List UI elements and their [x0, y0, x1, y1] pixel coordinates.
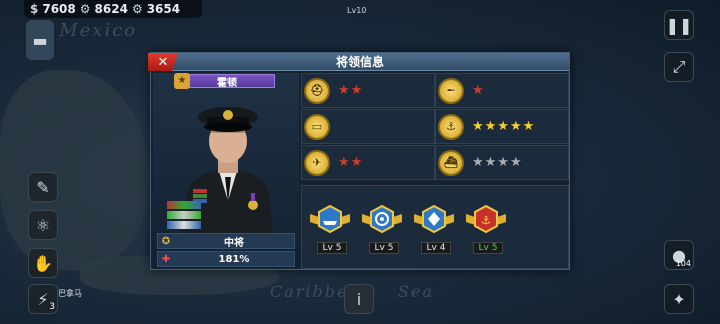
map-thumbnail-icon: ▬ [32, 30, 48, 50]
anchor-icon: ⚓ [438, 113, 464, 140]
skill-stars: ★★★★★ [472, 119, 536, 134]
general-portrait-panel: ★ 霍顿 ✪ 中将 ✚ 181% [153, 73, 299, 269]
lightning-icon: ⚡ [37, 289, 49, 309]
attack-button[interactable]: ✦ [664, 284, 694, 314]
close-icon: ✕ [157, 54, 169, 70]
specialty-badge[interactable]: Lv 4 [414, 204, 458, 254]
skill-stars: ★★ [338, 83, 364, 98]
tactics-button[interactable]: ⚡ 3 [28, 284, 58, 314]
specialty-badge[interactable]: Lv 5 [362, 204, 406, 254]
skill-cell: ⚓ ★★★★★ [435, 109, 569, 144]
skill-cell: ╾ ★ [435, 73, 569, 108]
industry-icon: ⚙ [131, 2, 143, 16]
rank-label: 中将 [224, 237, 244, 249]
pause-icon: ❚❚ [665, 15, 693, 35]
gear-value: 8624 [94, 2, 128, 16]
diamond-badge-icon [414, 204, 454, 234]
specialty-badges-panel: Lv 5 Lv 5 Lv 4 ⚓ Lv 5 [301, 185, 569, 269]
badge-level: Lv 5 [369, 242, 399, 254]
badge-level: Lv 5 [473, 242, 503, 254]
report-icon: ✎ [36, 177, 50, 197]
badge-level: Lv 4 [421, 242, 451, 254]
sea-label: Sea [398, 282, 434, 301]
troops-button[interactable]: ● 104 [664, 240, 694, 270]
report-button[interactable]: ✎ [28, 172, 58, 202]
research-button[interactable]: ⚛ [28, 210, 58, 240]
medal-ribbon [167, 211, 201, 219]
money-value: 7608 [42, 2, 76, 16]
health-cross-icon: ✚ [161, 253, 171, 265]
atom-icon: ⚛ [35, 215, 51, 235]
dialog-header: 将领信息 [151, 53, 569, 71]
info-button[interactable]: i [344, 284, 374, 314]
health-row: ✚ 181% [157, 251, 295, 267]
specialty-badge[interactable]: ⚓ Lv 5 [466, 204, 510, 254]
industry-value: 3654 [146, 2, 181, 16]
badge-count: 3 [49, 302, 55, 312]
cannon-icon: ╾ [438, 77, 464, 104]
skill-stars: ★ [472, 83, 485, 98]
diplomacy-button[interactable]: ✋ [28, 248, 58, 278]
rank-insignia-icon: ✪ [161, 235, 171, 247]
pause-button[interactable]: ❚❚ [664, 10, 694, 40]
place-label: 巴拿马 [58, 289, 82, 298]
gear-icon: ⚙ [79, 2, 91, 16]
ship-badge-icon [310, 204, 350, 234]
general-info-dialog: 将领信息 ✕ ★ 霍顿 ✪ 中将 ✚ 181% ⛑ ★★ ╾ ★ ▭ ⚓ ★★★… [148, 52, 570, 270]
ship-icon: ⛴ [438, 149, 464, 176]
general-name-badge: ★ 霍顿 [174, 73, 275, 89]
skills-grid: ⛑ ★★ ╾ ★ ▭ ⚓ ★★★★★ ✈ ★★ ⛴ ★★★★ [301, 73, 569, 181]
medal-ribbon [167, 201, 201, 209]
map-land [0, 70, 150, 270]
skill-stars: ★★★★ [472, 155, 523, 170]
skill-stars: ★★ [338, 155, 364, 170]
game-screen: of Mexico Caribbe Sea Lv10 巴拿马 $ 7608 ⚙ … [0, 0, 720, 324]
rank-row: ✪ 中将 [157, 233, 295, 249]
medal-stack [167, 201, 201, 231]
fullscreen-button[interactable]: ⤢ [664, 52, 694, 82]
skill-cell: ⛴ ★★★★ [435, 145, 569, 180]
unit-level-label: Lv10 [347, 6, 367, 15]
skill-cell: ⛑ ★★ [301, 73, 435, 108]
handshake-icon: ✋ [33, 253, 53, 273]
plane-icon: ✈ [304, 149, 330, 176]
money-icon: $ [30, 2, 39, 16]
info-icon: i [356, 289, 362, 309]
skill-cell: ✈ ★★ [301, 145, 435, 180]
sea-label: Caribbe [270, 282, 349, 301]
badge-level: Lv 5 [317, 242, 347, 254]
resource-bar: $ 7608 ⚙ 8624 ⚙ 3654 [24, 0, 202, 18]
medal-ribbon [167, 221, 201, 229]
expand-icon: ⤢ [672, 57, 686, 76]
specialty-badge[interactable]: Lv 5 [310, 204, 354, 254]
general-name: 霍顿 [217, 77, 237, 89]
health-percent: 181% [218, 253, 250, 265]
skill-cell: ▭ [301, 109, 435, 144]
anchor-badge-icon: ⚓ [466, 204, 506, 234]
dialog-title: 将领信息 [335, 55, 384, 69]
rank-star-icon: ★ [174, 73, 190, 89]
helmet-icon: ⛑ [304, 77, 330, 104]
troops-count: 104 [675, 259, 691, 268]
minimap-button[interactable]: ▬ [26, 20, 54, 60]
svg-text:⚓: ⚓ [481, 214, 491, 227]
tank-icon: ▭ [304, 113, 330, 140]
attack-icon: ✦ [672, 289, 686, 309]
target-badge-icon [362, 204, 402, 234]
